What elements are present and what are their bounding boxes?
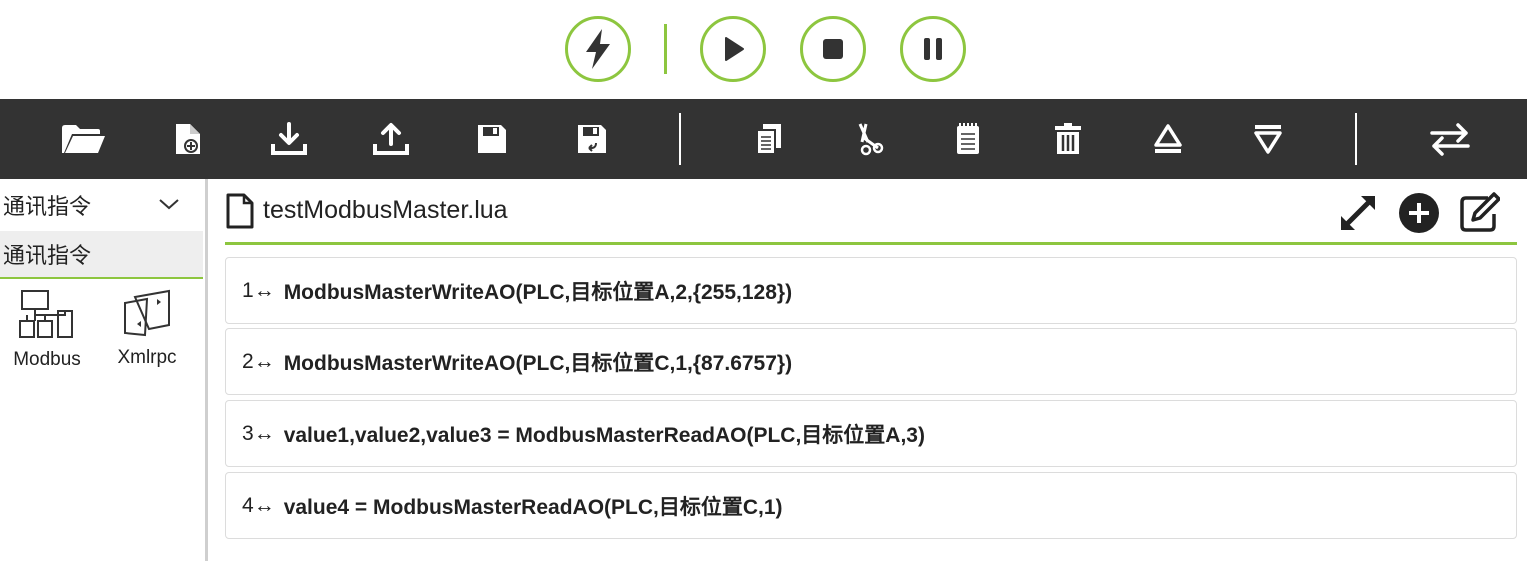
save-icon	[478, 125, 506, 153]
move-down-icon	[1254, 125, 1282, 154]
stop-icon	[823, 39, 843, 59]
download-icon	[271, 122, 307, 155]
expand-icon	[1341, 196, 1375, 230]
move-up-icon	[1154, 124, 1182, 153]
category-tab-active[interactable]: 通讯指令	[0, 231, 203, 279]
save-as-icon	[578, 125, 606, 153]
swap-button[interactable]	[1425, 117, 1475, 161]
cut-button[interactable]	[844, 117, 894, 161]
modbus-network-icon	[19, 290, 73, 338]
save-as-button[interactable]	[567, 117, 617, 161]
lightning-button[interactable]	[565, 16, 631, 82]
lightning-icon	[586, 29, 610, 69]
play-button[interactable]	[700, 16, 766, 82]
open-button[interactable]	[58, 117, 108, 161]
line-number: 3	[242, 421, 254, 445]
line-number: 4	[242, 493, 254, 517]
code-line[interactable]: 1 ↔ ModbusMasterWriteAO(PLC,目标位置A,2,{255,1…	[225, 257, 1517, 324]
script-editor: testModbusMaster.lua 1 ↔ ModbusMasterWrite…	[208, 179, 1527, 561]
chevron-down-icon	[159, 199, 179, 210]
protocol-xmlrpc[interactable]: Xmlrpc	[102, 289, 192, 379]
pause-icon	[924, 38, 942, 60]
code-text: value1,value2,value3 = ModbusMasterReadA…	[283, 423, 925, 447]
download-button[interactable]	[264, 117, 314, 161]
toolbar	[0, 99, 1527, 179]
add-circle-icon	[1399, 193, 1439, 233]
xmlrpc-icon	[124, 289, 170, 337]
drag-arrow-icon[interactable]: ↔	[254, 350, 275, 374]
controls-divider	[664, 24, 667, 74]
drag-arrow-icon[interactable]: ↔	[254, 494, 275, 518]
swap-icon	[1430, 123, 1470, 156]
folder-open-icon	[62, 125, 105, 153]
code-line[interactable]: 3 ↔ value1,value2,value3 = ModbusMasterRea…	[225, 400, 1517, 467]
code-text: value4 = ModbusMasterReadAO(PLC,目标位置C,1)	[283, 495, 783, 519]
new-file-icon	[176, 124, 200, 154]
delete-icon	[1055, 123, 1081, 154]
upload-icon	[373, 123, 409, 155]
paste-button[interactable]	[943, 117, 993, 161]
cut-icon	[858, 123, 884, 156]
add-line-button[interactable]	[1397, 191, 1441, 235]
move-down-button[interactable]	[1243, 117, 1293, 161]
command-panel: 通讯指令 通讯指令 Modbus Xmlrpc	[0, 179, 205, 561]
category-dropdown[interactable]: 通讯指令	[0, 179, 203, 231]
file-header: testModbusMaster.lua	[225, 179, 1517, 245]
drag-arrow-icon[interactable]: ↔	[254, 422, 275, 446]
toolbar-divider	[1355, 113, 1357, 165]
copy-button[interactable]	[744, 117, 794, 161]
paste-icon	[957, 123, 979, 154]
line-number: 1	[242, 278, 254, 302]
line-number: 2	[242, 349, 254, 373]
protocol-label: Modbus	[13, 349, 81, 370]
code-text: ModbusMasterWriteAO(PLC,目标位置C,1,{87.6757…	[283, 351, 793, 375]
edit-button[interactable]	[1457, 191, 1501, 235]
new-file-button[interactable]	[163, 117, 213, 161]
edit-icon	[1460, 192, 1500, 232]
drag-arrow-icon[interactable]: ↔	[254, 279, 275, 303]
move-up-button[interactable]	[1143, 117, 1193, 161]
run-controls	[0, 0, 1527, 99]
play-icon	[725, 37, 744, 61]
category-tab-label: 通讯指令	[3, 243, 92, 268]
protocol-modbus[interactable]: Modbus	[2, 289, 92, 379]
pause-button[interactable]	[900, 16, 966, 82]
copy-icon	[756, 124, 781, 155]
delete-button[interactable]	[1043, 117, 1093, 161]
category-dropdown-label: 通讯指令	[3, 194, 92, 219]
toolbar-divider	[679, 113, 681, 165]
file-icon	[226, 193, 254, 229]
protocol-label: Xmlrpc	[117, 347, 177, 368]
code-line[interactable]: 4 ↔ value4 = ModbusMasterReadAO(PLC,目标位置C,…	[225, 472, 1517, 539]
code-line[interactable]: 2 ↔ ModbusMasterWriteAO(PLC,目标位置C,1,{87.67…	[225, 328, 1517, 395]
stop-button[interactable]	[800, 16, 866, 82]
upload-button[interactable]	[366, 117, 416, 161]
expand-button[interactable]	[1336, 191, 1380, 235]
file-name: testModbusMaster.lua	[263, 196, 508, 224]
save-button[interactable]	[467, 117, 517, 161]
code-text: ModbusMasterWriteAO(PLC,目标位置A,2,{255,128…	[283, 280, 793, 304]
